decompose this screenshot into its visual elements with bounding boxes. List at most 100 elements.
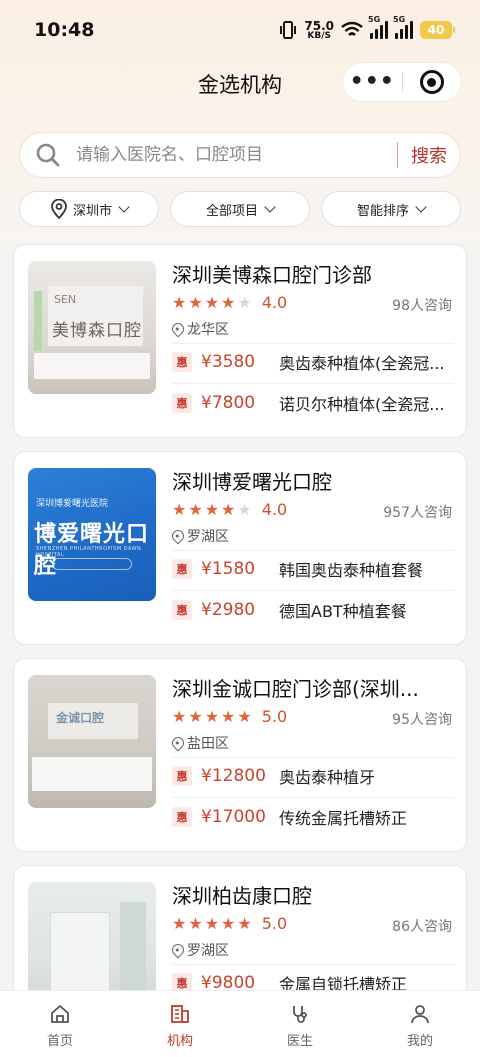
location-pin-icon [169,734,187,752]
target-icon [419,70,444,94]
tab-institution[interactable]: 机构 [120,991,240,1057]
clinic-photo [28,882,156,990]
clinic-photo-line1: 深圳博爱曙光医院 [36,499,109,509]
filter-sort[interactable]: 智能排序 [321,191,461,227]
home-icon [51,1005,69,1023]
clinic-name: 深圳柏齿康口腔 [172,884,312,908]
title-bar: 金选机构 ••• [0,60,480,106]
clinic-district: 罗湖区 [169,526,229,546]
clinic-photo-logo: SEN [54,293,77,306]
service-name: 德国ABT种植套餐 [279,602,407,621]
consult-count: 957人咨询 [383,505,452,521]
signal-sim2-icon: 5G [393,15,413,39]
service-item[interactable]: 惠 ¥2980 德国ABT种植套餐 [172,598,458,622]
search-input[interactable] [76,145,397,165]
service-price: ¥9800 [201,973,256,990]
rating-score: 4.0 [261,293,288,312]
rating-stars: ★★★★★ [172,914,254,933]
sim2-label: 5G [393,15,406,24]
user-icon [411,1005,429,1024]
clinic-rating: ★★★★★ 4.0 [172,293,287,312]
tab-institution-label: 机构 [166,1034,193,1049]
clinic-rating: ★★★★★ 5.0 [172,707,287,726]
discount-badge: 惠 [172,393,192,413]
status-time: 10:48 [34,19,95,41]
clinic-card[interactable]: 深圳博爱曙光医院 博爱曙光口腔 SHENZHEN PHILANTHROPISM … [13,451,467,645]
clinic-name: 深圳美博森口腔门诊部 [172,263,372,287]
chevron-down-icon [415,201,427,213]
divider [172,964,454,965]
clinic-name: 深圳金诚口腔门诊部(深圳... [172,677,419,701]
service-name: 诺贝尔种植体(全瓷冠... [279,395,445,414]
service-item[interactable]: 惠 ¥1580 韩国奥齿泰种植套餐 [172,557,458,581]
more-dots-icon[interactable]: ••• [343,64,402,100]
wifi-icon [341,21,363,36]
consult-count: 86人咨询 [392,919,452,935]
clinic-card[interactable]: 金诚口腔 深圳金诚口腔门诊部(深圳... ★★★★★ 5.0 95人咨询 盐田区… [13,658,467,852]
rating-stars: ★★★★★ [172,707,254,726]
location-pin-icon [169,941,187,959]
divider [172,797,454,798]
district-label: 盐田区 [187,736,229,752]
clinic-photo: 深圳博爱曙光医院 博爱曙光口腔 SHENZHEN PHILANTHROPISM … [28,468,156,601]
search-divider [397,142,398,168]
divider [172,343,454,344]
tab-mine-label: 我的 [406,1034,433,1049]
clinic-district: 盐田区 [169,733,229,753]
tab-doctor[interactable]: 医生 [240,991,360,1057]
clinic-card[interactable]: SEN 美博森口腔 深圳美博森口腔门诊部 ★★★★★ 4.0 98人咨询 龙华区… [13,244,467,438]
clinic-rating: ★★★★★ 4.0 [172,500,287,519]
rating-stars: ★★★★★ [172,293,254,312]
service-item[interactable]: 惠 ¥17000 传统金属托槽矫正 [172,805,458,829]
discount-badge: 惠 [172,807,192,827]
district-label: 罗湖区 [187,529,229,545]
service-item[interactable]: 惠 ¥7800 诺贝尔种植体(全瓷冠... [172,391,458,415]
service-item[interactable]: 惠 ¥12800 奥齿泰种植牙 [172,764,458,788]
service-item[interactable]: 惠 ¥9800 金属自锁托槽矫正 [172,971,458,990]
clinic-name: 深圳博爱曙光口腔 [172,470,332,494]
clinic-photo-line3: SHENZHEN PHILANTHROPISM DAWN HOSPITAL [36,546,142,558]
clinic-district: 罗湖区 [169,940,229,960]
search-bar: 搜索 [19,132,461,178]
service-name: 韩国奥齿泰种植套餐 [279,561,424,580]
signal-sim1-icon: 5G [368,15,388,39]
sim1-label: 5G [368,15,381,24]
clinic-district: 龙华区 [169,319,229,339]
filter-city[interactable]: 深圳市 [19,191,159,227]
divider [172,383,454,384]
network-speed: 75.0 KB/S [304,20,334,41]
location-pin-icon [169,527,187,545]
chevron-down-icon [118,201,130,213]
speed-unit: KB/S [307,30,331,41]
battery-icon: 40 [420,21,455,39]
discount-badge: 惠 [172,559,192,579]
service-name: 奥齿泰种植体(全瓷冠... [279,354,445,373]
service-price: ¥1580 [201,559,256,579]
tab-home[interactable]: 首页 [0,991,120,1057]
close-button[interactable] [402,70,461,94]
service-name: 奥齿泰种植牙 [279,768,376,787]
location-pin-icon [51,199,67,219]
district-label: 罗湖区 [187,943,229,959]
miniprogram-capsule: ••• [342,62,462,102]
tab-mine[interactable]: 我的 [360,991,480,1057]
consult-count: 98人咨询 [392,298,452,314]
discount-badge: 惠 [172,352,192,372]
clinic-rating: ★★★★★ 5.0 [172,914,287,933]
status-icons: 75.0 KB/S 5G 5G 40 [279,15,455,42]
status-bar: 10:48 75.0 KB/S 5G 5G 40 [0,0,480,60]
filter-project[interactable]: 全部项目 [170,191,310,227]
discount-badge: 惠 [172,600,192,620]
tab-doctor-label: 医生 [286,1034,313,1049]
institution-icon [171,1005,189,1023]
service-price: ¥3580 [201,352,256,372]
filter-city-label: 深圳市 [72,203,112,219]
service-item[interactable]: 惠 ¥3580 奥齿泰种植体(全瓷冠... [172,350,458,374]
clinic-card[interactable]: 深圳柏齿康口腔 ★★★★★ 5.0 86人咨询 罗湖区 惠 ¥9800 金属自锁… [13,865,467,990]
service-name: 传统金属托槽矫正 [279,809,408,828]
district-label: 龙华区 [187,322,229,338]
search-button[interactable]: 搜索 [398,142,460,168]
discount-badge: 惠 [172,766,192,786]
service-price: ¥12800 [201,766,266,786]
service-price: ¥7800 [201,393,256,413]
